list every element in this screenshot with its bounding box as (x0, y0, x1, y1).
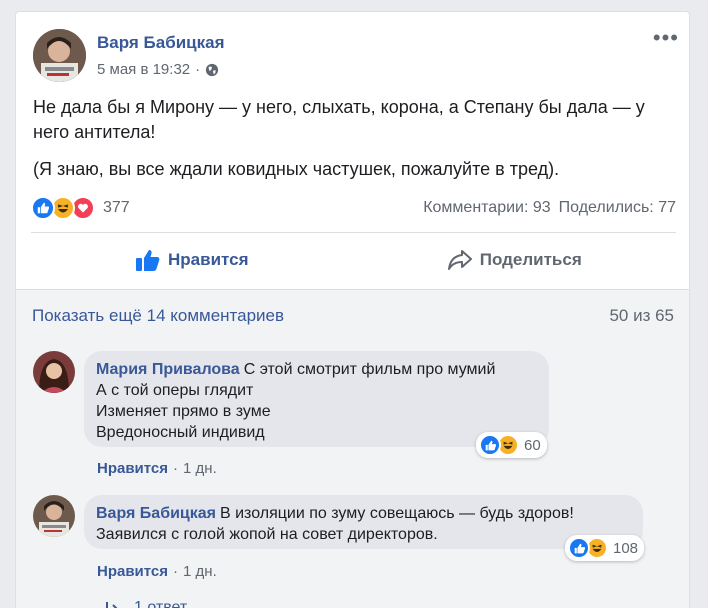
comments-section: Показать ещё 14 комментариев 50 из 65 Ма… (16, 289, 689, 608)
like-button-label: Нравится (168, 250, 249, 269)
comment-avatar[interactable] (33, 495, 75, 537)
thumbs-up-icon (136, 250, 160, 271)
comment-time[interactable]: 1 дн. (183, 563, 217, 580)
comment-reactions[interactable]: 60 (476, 432, 547, 458)
comment-avatar[interactable] (33, 351, 75, 393)
comment-bubble: Мария Привалова С этой смотрит фильм про … (84, 351, 549, 447)
comment-reactions[interactable]: 108 (565, 535, 645, 561)
comment-line: А с той оперы глядит (96, 382, 254, 399)
comment-line: В изоляции по зуму совещаюсь — будь здор… (220, 505, 574, 522)
comment-author[interactable]: Варя Бабицкая (96, 505, 216, 522)
post-meta: 5 мая в 19:32 · (97, 61, 219, 78)
author-avatar[interactable] (33, 29, 86, 82)
comment-actions: Нравится · 1 дн. (97, 460, 217, 477)
comment-reactions-count: 108 (613, 539, 639, 557)
comment-line: С этой смотрит фильм про мумий (243, 361, 496, 378)
share-icon (447, 250, 472, 270)
post-counts: Комментарии: 93 Поделились: 77 (423, 199, 676, 217)
post-date[interactable]: 5 мая в 19:32 (97, 61, 190, 78)
divider (31, 232, 676, 233)
comments-pager: 50 из 65 (609, 306, 674, 325)
comment-actions: Нравится · 1 дн. (97, 563, 217, 580)
post-text-2: (Я знаю, вы все ждали ковидных частушек,… (33, 159, 560, 179)
post-author[interactable]: Варя Бабицкая (97, 33, 225, 53)
comments-count[interactable]: Комментарии: 93 (423, 199, 550, 217)
comment-like-button[interactable]: Нравится (97, 563, 168, 580)
comment-like-button[interactable]: Нравится (97, 460, 168, 477)
share-button[interactable]: Поделиться (354, 235, 677, 285)
post-actions: Нравится Поделиться (31, 235, 676, 285)
like-button[interactable]: Нравится (31, 235, 354, 285)
like-reaction-icon (568, 537, 590, 559)
comment-time[interactable]: 1 дн. (183, 460, 217, 477)
comment-bubble: Варя Бабицкая В изоляции по зуму совещаюс… (84, 495, 643, 549)
post-body: Не дала бы я Мирону — у него, слыхать, к… (33, 95, 678, 194)
comment-reactions-count: 60 (524, 436, 541, 454)
reply-arrow-icon (106, 602, 118, 608)
like-reaction-icon[interactable] (31, 196, 55, 220)
comment-line: Вредоносный индивид (96, 424, 265, 441)
show-more-comments-link[interactable]: Показать ещё 14 комментариев (32, 306, 284, 326)
replies-count: 1 ответ (134, 599, 188, 608)
like-reaction-icon (479, 434, 501, 456)
comment-line: Изменяет прямо в зуме (96, 403, 271, 420)
more-options-icon[interactable]: ••• (653, 27, 679, 49)
shares-count[interactable]: Поделились: 77 (559, 199, 676, 217)
comment-author[interactable]: Мария Привалова (96, 361, 240, 378)
reactions-summary: 377 Комментарии: 93 Поделились: 77 (31, 195, 676, 221)
share-button-label: Поделиться (479, 250, 582, 269)
reactions-count[interactable]: 377 (103, 199, 130, 217)
globe-icon[interactable] (205, 63, 219, 77)
comment-line: Заявился с голой жопой на совет директор… (96, 526, 438, 543)
post-text-1: Не дала бы я Мирону — у него, слыхать, к… (33, 97, 645, 142)
post-card: Варя Бабицкая 5 мая в 19:32 · ••• Не дал… (15, 11, 690, 608)
view-replies-link[interactable]: 1 ответ (104, 599, 187, 608)
